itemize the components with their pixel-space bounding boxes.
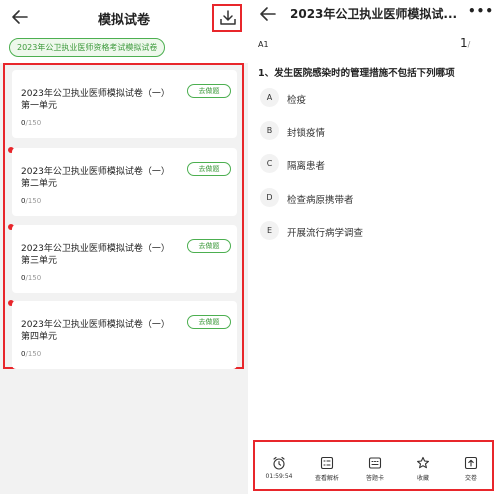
paper-progress: 0/150: [21, 119, 42, 127]
paper-card-3[interactable]: 2023年公卫执业医师模拟试卷（一）第三单元 0/150 去做题: [12, 225, 237, 293]
back-arrow-icon[interactable]: [258, 4, 278, 24]
paper-title: 2023年公卫执业医师模拟试卷（一）第二单元: [21, 167, 170, 189]
paper-title: 2023年公卫执业医师模拟试卷（一）第一单元: [21, 89, 170, 111]
question-text: 1、发生医院感染时的管理措施不包括下列哪项: [258, 68, 455, 79]
option-letter: B: [260, 121, 279, 140]
download-icon: [220, 10, 236, 25]
page-title: 模拟试卷: [97, 13, 150, 28]
header: 模拟试卷 2023年公卫执业医师资格考试模拟试卷: [0, 0, 248, 63]
timer-button[interactable]: 01:59:54: [255, 442, 303, 489]
exam-title: 2023年公卫执业医师模拟试...: [290, 7, 458, 21]
answer-card-icon: [368, 457, 382, 469]
download-button[interactable]: [212, 4, 242, 32]
option-text: 开展流行病学调查: [287, 228, 364, 239]
submit-icon: [464, 456, 478, 470]
paper-progress: 0/150: [21, 350, 42, 358]
paper-card-4[interactable]: 2023年公卫执业医师模拟试卷（一）第四单元 0/150 去做题: [12, 301, 237, 369]
paper-title: 2023年公卫执业医师模拟试卷（一）第四单元: [21, 320, 170, 342]
paper-card-2[interactable]: 2023年公卫执业医师模拟试卷（一）第二单元 0/150 去做题: [12, 148, 237, 216]
start-practice-button[interactable]: 去做题: [187, 239, 231, 253]
paper-list: 2023年公卫执业医师模拟试卷（一）第一单元 0/150 去做题 2023年公卫…: [3, 63, 244, 369]
question-screen: 2023年公卫执业医师模拟试... ••• A1 1/ 1、发生医院感染时的管理…: [250, 0, 497, 494]
submit-label: 交卷: [464, 475, 477, 482]
timer-label: 01:59:54: [265, 473, 293, 480]
paper-progress: 0/150: [21, 197, 42, 205]
analysis-icon: [320, 456, 334, 470]
paper-title: 2023年公卫执业医师模拟试卷（一）第三单元: [21, 244, 170, 266]
alarm-clock-icon: [273, 456, 285, 470]
category-chip[interactable]: 2023年公卫执业医师资格考试模拟试卷: [9, 38, 166, 57]
submit-button[interactable]: 交卷: [447, 442, 495, 489]
start-practice-button[interactable]: 去做题: [187, 315, 231, 329]
option-text: 检查病原携带者: [287, 195, 354, 206]
more-options-icon[interactable]: •••: [468, 4, 494, 18]
question-type-label: A1: [258, 40, 269, 49]
option-letter: E: [260, 221, 279, 240]
option-text: 隔离患者: [287, 161, 326, 172]
paper-list-screen: 模拟试卷 2023年公卫执业医师资格考试模拟试卷 2023年公卫执业医师模拟试卷…: [0, 0, 248, 494]
start-practice-button[interactable]: 去做题: [187, 162, 231, 176]
view-analysis-button[interactable]: 查看解析: [303, 442, 351, 489]
star-icon: [417, 456, 429, 469]
option-letter: D: [260, 188, 279, 207]
option-letter: A: [260, 88, 279, 107]
favorite-label: 收藏: [416, 475, 429, 482]
bottom-toolbar: 01:59:54 查看解析 答题卡 收藏 交卷: [253, 440, 494, 491]
paper-card-1[interactable]: 2023年公卫执业医师模拟试卷（一）第一单元 0/150 去做题: [12, 70, 237, 138]
favorite-button[interactable]: 收藏: [399, 442, 447, 489]
paper-progress: 0/150: [21, 274, 42, 282]
view-analysis-label: 查看解析: [314, 475, 339, 482]
option-text: 封锁疫情: [287, 128, 326, 139]
question-counter: 1/: [460, 36, 471, 50]
start-practice-button[interactable]: 去做题: [187, 84, 231, 98]
option-letter: C: [260, 154, 279, 173]
option-text: 检疫: [287, 95, 307, 106]
answer-card-button[interactable]: 答题卡: [351, 442, 399, 489]
answer-card-label: 答题卡: [365, 475, 384, 482]
